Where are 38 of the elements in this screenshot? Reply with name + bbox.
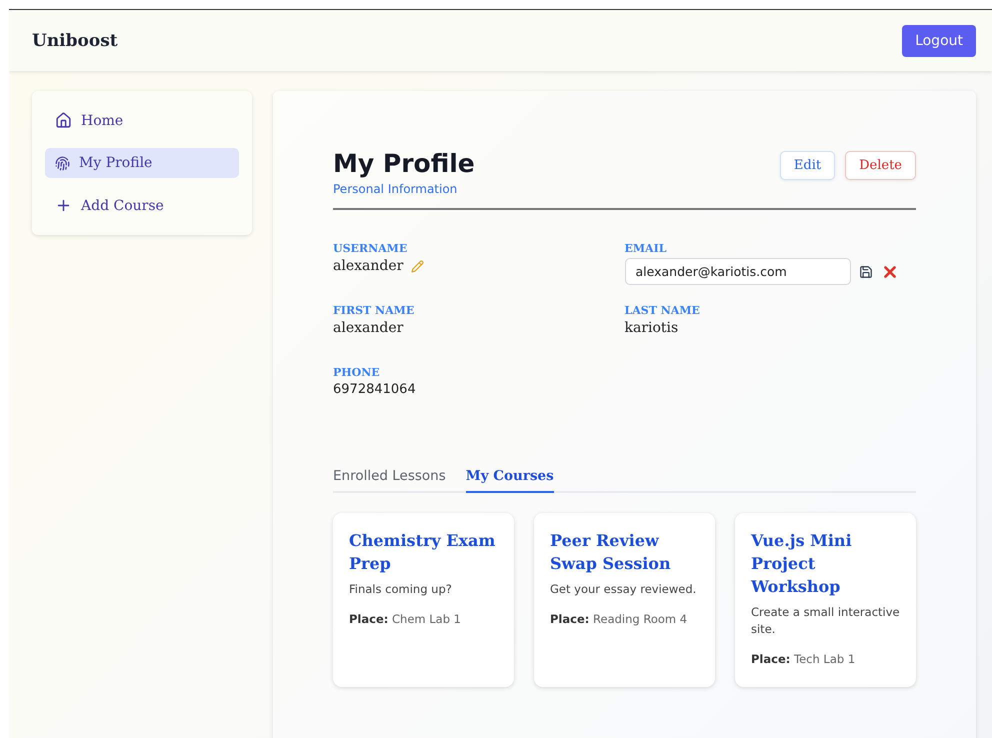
logout-button[interactable]: Logout — [902, 24, 976, 56]
course-card[interactable]: Vue.js Mini Project Workshop Create a small interactive site. Place: Tech Lab 1 — [735, 513, 916, 687]
course-place: Place: Tech Lab 1 — [751, 652, 856, 666]
pencil-icon[interactable] — [411, 260, 424, 272]
brand-name: Uniboost — [32, 30, 118, 50]
delete-button[interactable]: Delete — [845, 151, 916, 180]
course-place: Place: Chem Lab 1 — [349, 612, 462, 626]
field-label: FIRST NAME — [333, 304, 416, 317]
page-subtitle: Personal Information — [333, 182, 458, 196]
course-card[interactable]: Peer Review Swap Session Get your essay reviewed. Place: Reading Room 4 — [534, 513, 715, 687]
course-title: Vue.js Mini Project Workshop — [751, 530, 853, 598]
tab[interactable]: My Courses — [466, 468, 554, 493]
fingerprint-icon — [55, 156, 70, 170]
email-input[interactable]: alexander@kariotis.com — [624, 258, 850, 285]
plus-icon — [55, 197, 72, 214]
nav-item[interactable]: Add Course — [45, 190, 239, 221]
field-label: USERNAME — [333, 242, 408, 255]
tab[interactable]: Enrolled Lessons — [333, 468, 446, 493]
field-label: LAST NAME — [624, 304, 701, 317]
field-value: alexander — [333, 258, 404, 274]
nav-item[interactable]: Home — [45, 105, 239, 136]
page-title: My Profile — [333, 149, 475, 178]
field-label: PHONE — [333, 366, 381, 379]
save-icon[interactable] — [858, 264, 872, 278]
course-title: Peer Review Swap Session — [550, 530, 672, 575]
edit-button[interactable]: Edit — [780, 151, 836, 180]
course-place: Place: Reading Room 4 — [550, 612, 688, 626]
course-description: Create a small interactive site. — [751, 604, 900, 638]
field-value: alexander — [333, 320, 404, 336]
course-title: Chemistry Exam Prep — [349, 530, 496, 575]
field-value: kariotis — [624, 320, 680, 336]
course-description: Finals coming up? — [349, 581, 453, 598]
field-label: EMAIL — [624, 242, 668, 255]
home-icon — [55, 112, 72, 129]
course-card[interactable]: Chemistry Exam Prep Finals coming up? Place: Chem Lab 1 — [333, 513, 514, 687]
nav-item[interactable]: My Profile — [45, 148, 239, 178]
field-value: 6972841064 — [333, 382, 417, 397]
course-description: Get your essay reviewed. — [550, 581, 698, 598]
